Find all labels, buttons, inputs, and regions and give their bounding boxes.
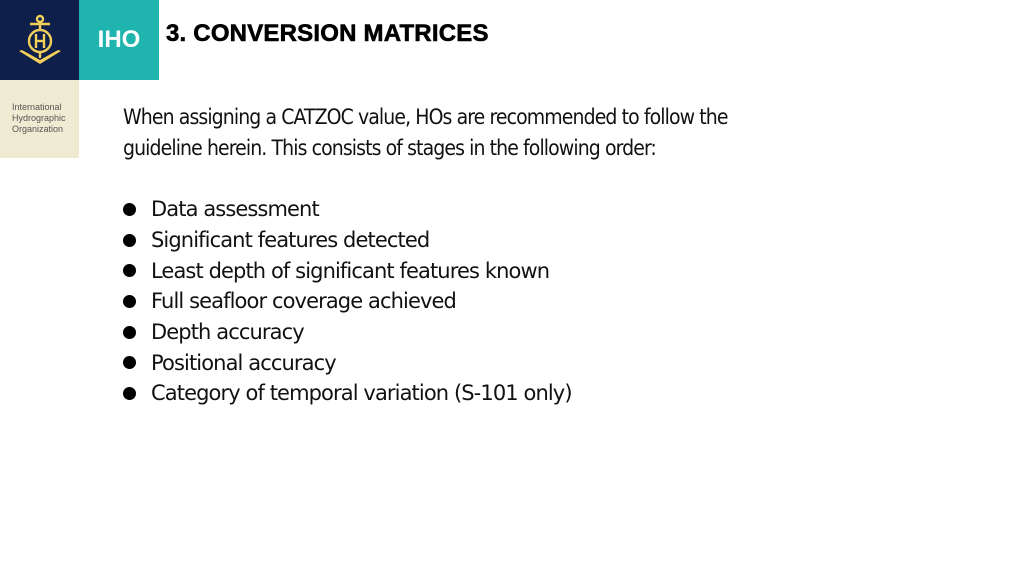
iho-abbreviation-block: IHO [79, 0, 159, 80]
intro-line: When assigning a CATZOC value, HOs are r… [123, 105, 728, 129]
slide-title: 3. CONVERSION MATRICES [166, 20, 489, 48]
bullet-icon [123, 356, 136, 370]
list-item: Positional accuracy [123, 347, 572, 378]
stage-label: Full seafloor coverage achieved [151, 289, 457, 314]
list-item: Data assessment [123, 194, 572, 225]
iho-abbreviation: IHO [97, 26, 141, 53]
list-item: Category of temporal variation (S-101 on… [123, 378, 573, 409]
list-item: Full seafloor coverage achieved [123, 286, 572, 317]
bullet-icon [123, 264, 136, 278]
list-item: Significant features detected [123, 225, 572, 256]
bullet-icon [123, 202, 136, 216]
intro-paragraph: When assigning a CATZOC value, HOs are r… [123, 102, 923, 164]
stages-list: Data assessment Significant features det… [123, 194, 573, 409]
organization-name-box: International Hydrographic Organization [0, 80, 79, 158]
iho-anchor-emblem-icon [18, 14, 61, 64]
list-item: Depth accuracy [123, 317, 572, 348]
stage-label: Depth accuracy [151, 320, 305, 345]
stage-label: Positional accuracy [151, 350, 337, 375]
iho-emblem-block [0, 0, 79, 80]
stage-label: Least depth of significant features know… [151, 258, 550, 283]
list-item: Least depth of significant features know… [123, 255, 572, 286]
bullet-icon [123, 233, 136, 247]
stage-label: Data assessment [151, 197, 320, 222]
bullet-icon [123, 325, 136, 339]
stage-label: Category of temporal variation (S-101 on… [151, 381, 573, 406]
stage-label: Significant features detected [151, 228, 430, 253]
bullet-icon [123, 386, 136, 400]
bullet-icon [123, 294, 136, 308]
intro-line: guideline herein. This consists of stage… [123, 136, 657, 160]
organization-name: International Hydrographic Organization [12, 102, 66, 134]
